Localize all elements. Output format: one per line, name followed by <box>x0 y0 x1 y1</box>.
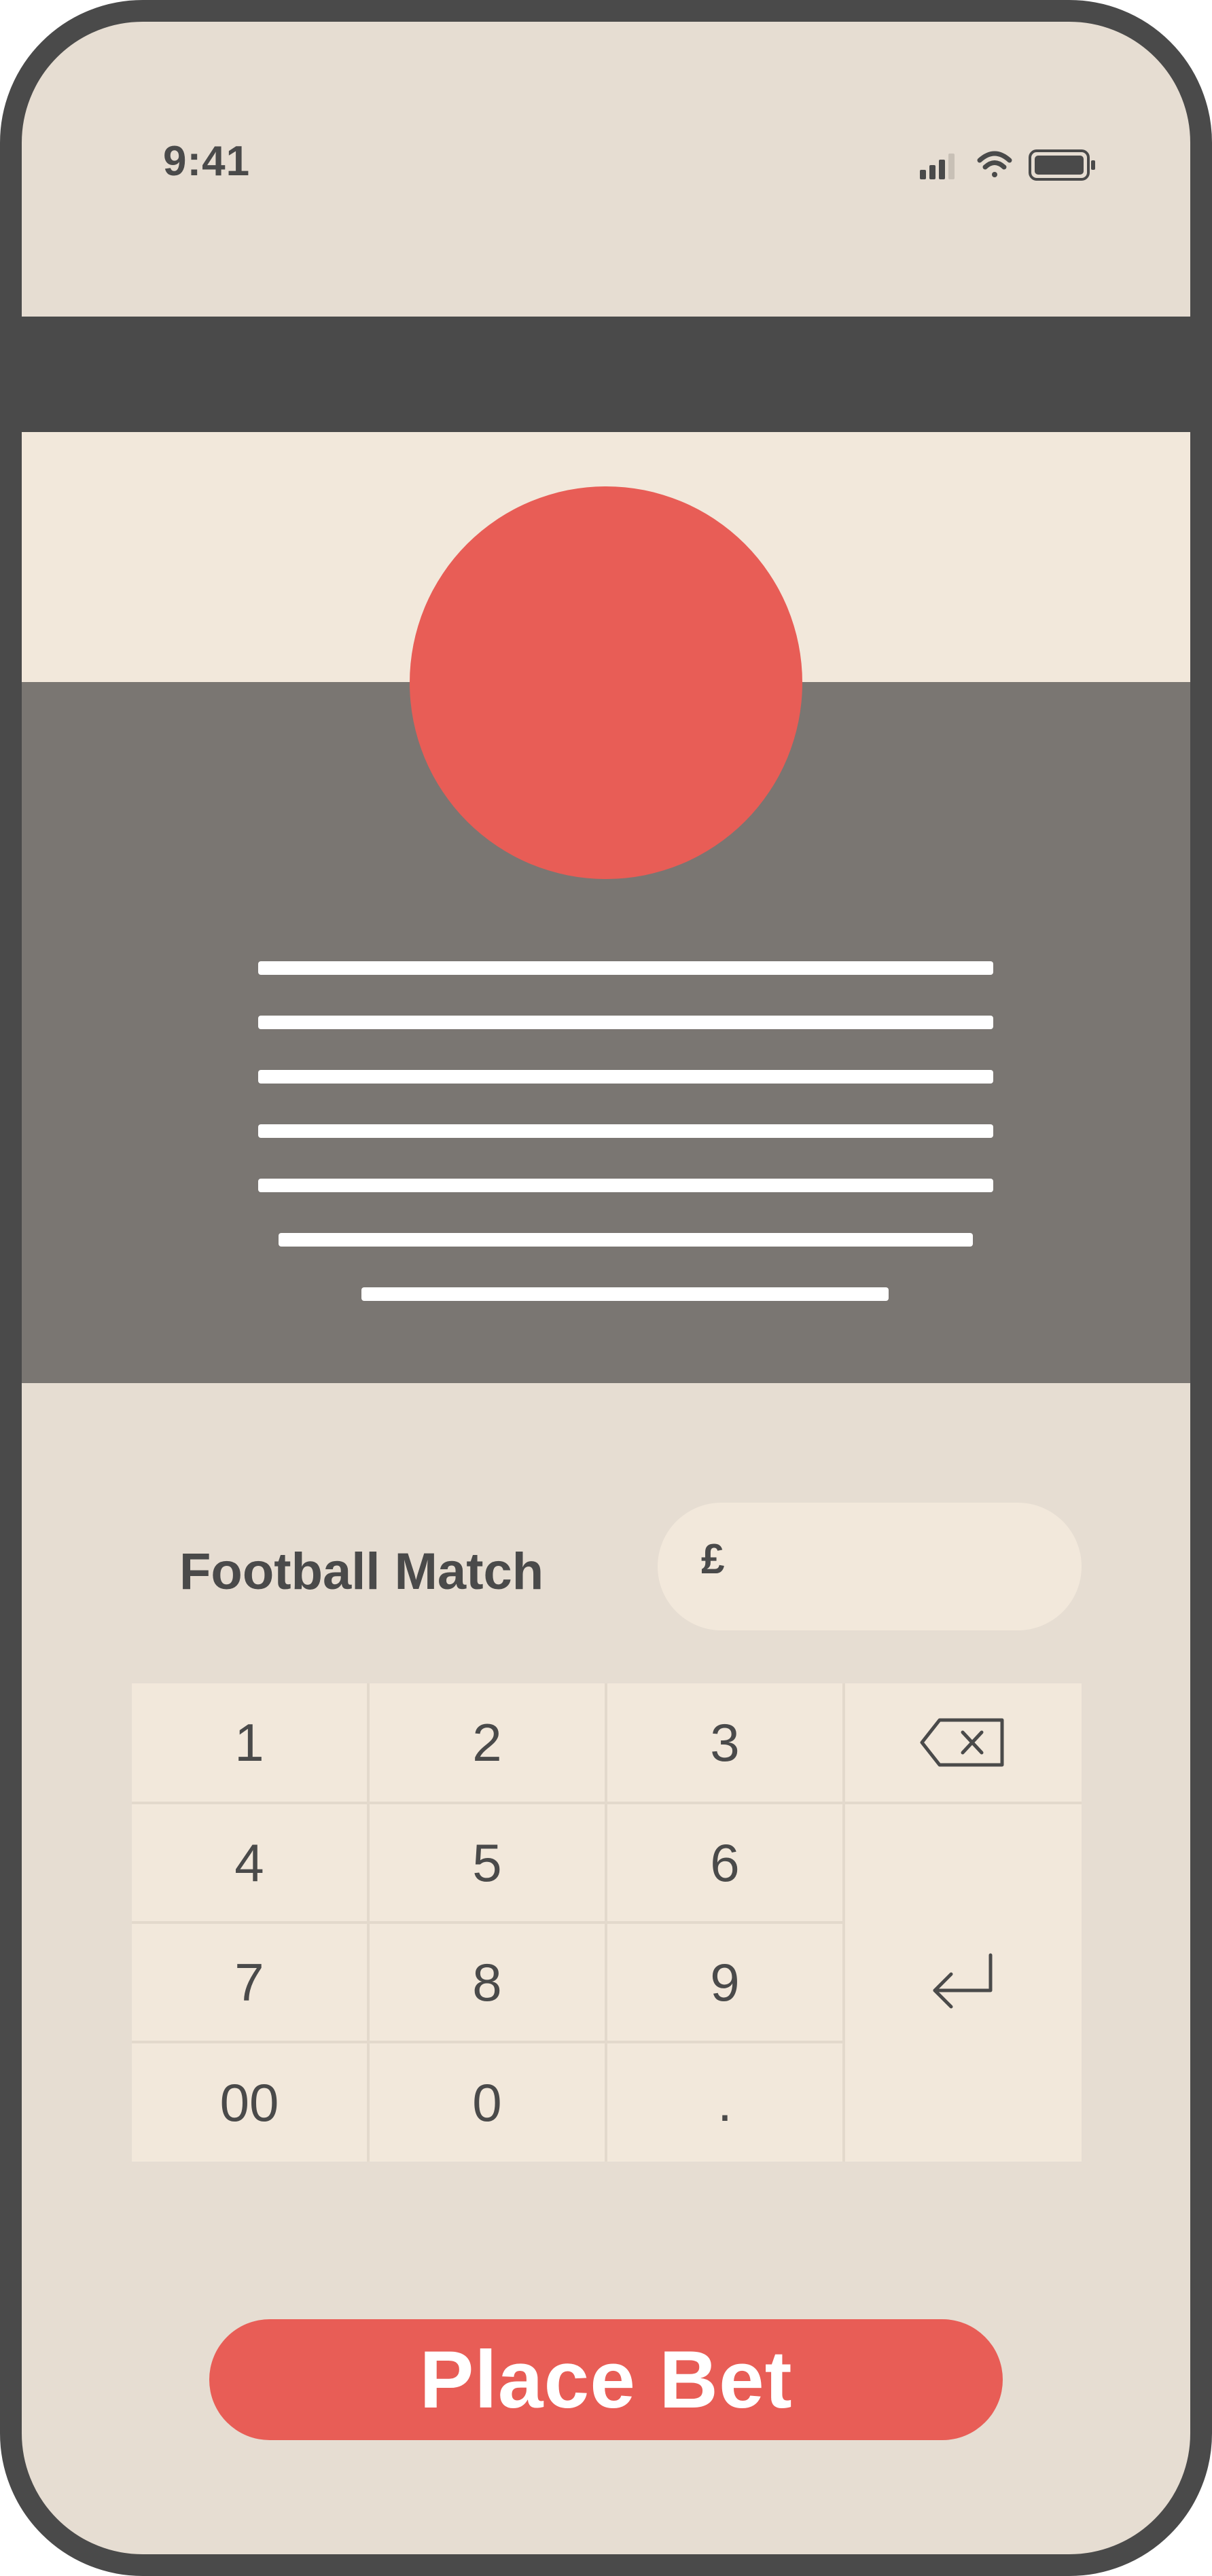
key-7[interactable]: 7 <box>132 1924 367 2041</box>
key-4[interactable]: 4 <box>132 1804 367 1921</box>
header-bar <box>22 317 1190 432</box>
key-1[interactable]: 1 <box>132 1683 367 1802</box>
cellular-signal-icon <box>920 154 955 179</box>
wifi-icon <box>977 151 1012 177</box>
phone-frame: 9:41 Football Match £ 1 2 3 4 5 6 7 8 9 … <box>0 0 1212 2576</box>
hero-image-placeholder <box>410 486 802 879</box>
backspace-key[interactable] <box>845 1683 1082 1802</box>
numeric-keypad: 1 2 3 4 5 6 7 8 9 00 0 . <box>132 1683 1082 2162</box>
battery-icon <box>1029 149 1095 181</box>
place-bet-button[interactable]: Place Bet <box>209 2319 1003 2440</box>
backspace-icon <box>920 1718 1004 1767</box>
key-8[interactable]: 8 <box>370 1924 605 2041</box>
key-0[interactable]: 0 <box>370 2043 605 2162</box>
key-5[interactable]: 5 <box>370 1804 605 1921</box>
screen: 9:41 Football Match £ 1 2 3 4 5 6 7 8 9 … <box>22 22 1190 2554</box>
match-label: Football Match <box>179 1543 544 1600</box>
enter-icon <box>933 1953 993 2009</box>
key-00[interactable]: 00 <box>132 2043 367 2162</box>
key-6[interactable]: 6 <box>607 1804 842 1921</box>
currency-symbol: £ <box>701 1536 725 1583</box>
key-2[interactable]: 2 <box>370 1683 605 1802</box>
enter-key[interactable] <box>845 1804 1082 2162</box>
key-3[interactable]: 3 <box>607 1683 842 1802</box>
status-icons <box>920 149 1095 181</box>
key-decimal[interactable]: . <box>607 2043 842 2162</box>
key-9[interactable]: 9 <box>607 1924 842 2041</box>
stake-amount-input[interactable]: £ <box>658 1503 1082 1630</box>
status-time: 9:41 <box>163 138 251 185</box>
